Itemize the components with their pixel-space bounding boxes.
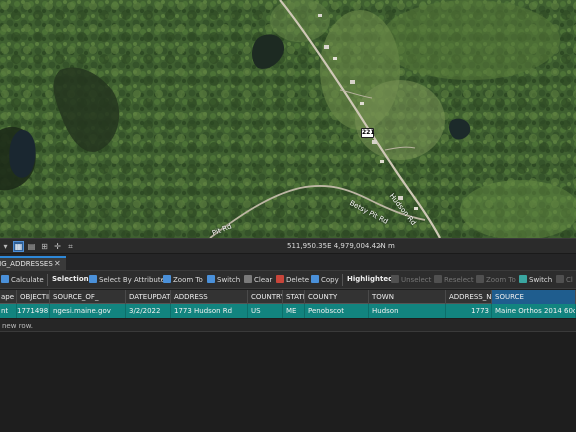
calculate-label: Calculate (11, 276, 44, 284)
reselect-icon (434, 275, 442, 283)
zoom-icon (476, 275, 484, 283)
cell-dateupdate[interactable]: 3/2/2022 (126, 304, 171, 318)
switch-label: Switch (217, 276, 241, 284)
crosshair-icon[interactable]: ✛ (53, 242, 62, 251)
grid-icon[interactable]: ⊞ (40, 242, 49, 251)
unselect-button[interactable]: Unselect (391, 275, 431, 284)
cell-type[interactable]: nt (0, 304, 17, 318)
highlighted-zoom-to-button[interactable]: Zoom To (476, 275, 516, 284)
reselect-button[interactable]: Reselect (434, 275, 474, 284)
copy-icon (311, 275, 319, 283)
cell-town[interactable]: Hudson (369, 304, 446, 318)
cell-objectid[interactable]: 1771498 (17, 304, 50, 318)
switch-icon (519, 275, 527, 283)
highlighted-label: Highlighted: (347, 275, 396, 283)
zoom-icon (163, 275, 171, 283)
column-header-source[interactable]: SOURCE (492, 290, 576, 304)
switch-icon (207, 275, 215, 283)
zoom-to-button[interactable]: Zoom To (163, 275, 203, 284)
table-tab-strip: NG_ADDRESSES ✕ (0, 254, 576, 271)
delete-button[interactable]: Delete (276, 275, 309, 284)
column-header-address-nu[interactable]: ADDRESS_NU (446, 290, 492, 304)
select-by-attributes-icon (89, 275, 97, 283)
cell-state[interactable]: ME (283, 304, 305, 318)
attribute-table-header: ape * OBJECTID SOURCE_OF_ DATEUPDATE ADD… (0, 290, 576, 304)
snapping-icon[interactable]: ⌗ (66, 242, 75, 251)
column-header-objectid[interactable]: OBJECTID (17, 290, 50, 304)
table-row[interactable]: nt 1771498 ngesi.maine.gov 3/2/2022 1773… (0, 304, 576, 318)
map-view-icon[interactable]: ▦ (13, 241, 24, 252)
select-by-attributes-label: Select By Attributes (99, 276, 169, 284)
unselect-icon (391, 275, 399, 283)
calculate-icon (1, 275, 9, 283)
cell-source-of[interactable]: ngesi.maine.gov (50, 304, 126, 318)
map-view[interactable]: 221 Hudson Rd Betsy Pit Rd Pit Rd (0, 0, 576, 238)
highlighted-clear-label: Cl (566, 276, 573, 284)
unselect-label: Unselect (401, 276, 432, 284)
tab-label: NG_ADDRESSES (0, 260, 53, 268)
clear-button[interactable]: Clear (244, 275, 272, 284)
delete-label: Delete (286, 276, 309, 284)
column-header-dateupdate[interactable]: DATEUPDATE (126, 290, 171, 304)
zoom-to-label: Zoom To (173, 276, 203, 284)
route-number: 221 (362, 129, 375, 136)
reselect-label: Reselect (444, 276, 474, 284)
table-toolbar: Calculate Selection: Select By Attribute… (0, 271, 576, 289)
column-header-source-of[interactable]: SOURCE_OF_ (50, 290, 126, 304)
clear-icon (556, 275, 564, 283)
select-by-attributes-button[interactable]: Select By Attributes (89, 275, 169, 284)
highlighted-switch-label: Switch (529, 276, 553, 284)
delete-icon (276, 275, 284, 283)
column-header-town[interactable]: TOWN (369, 290, 446, 304)
highlighted-switch-button[interactable]: Switch (519, 275, 552, 284)
cell-source[interactable]: Maine Orthos 2014 60cm (492, 304, 576, 318)
cell-address[interactable]: 1773 Hudson Rd (171, 304, 248, 318)
cell-address-nu[interactable]: 1773 (446, 304, 492, 318)
copy-button[interactable]: Copy (311, 275, 339, 284)
column-header[interactable]: ape * (0, 290, 17, 304)
switch-button[interactable]: Switch (207, 275, 240, 284)
dropdown-caret-icon[interactable]: ▾ (1, 242, 10, 251)
highlighted-clear-button[interactable]: Cl (556, 275, 573, 284)
copy-label: Copy (321, 276, 339, 284)
new-row-placeholder[interactable]: new row. (0, 319, 576, 332)
satellite-imagery (0, 0, 576, 238)
column-header-state[interactable]: STATE (283, 290, 305, 304)
clear-label: Clear (254, 276, 273, 284)
table-view-icon[interactable]: ▤ (27, 242, 36, 251)
route-shield-221: 221 (361, 128, 375, 138)
column-header-county[interactable]: COUNTY (305, 290, 369, 304)
column-header-address[interactable]: ADDRESS (171, 290, 248, 304)
column-header-country[interactable]: COUNTRY (248, 290, 283, 304)
highlighted-zoom-to-label: Zoom To (486, 276, 516, 284)
table-empty-area (0, 333, 576, 432)
cell-county[interactable]: Penobscot (305, 304, 369, 318)
divider (47, 274, 48, 286)
tab-ng-addresses[interactable]: NG_ADDRESSES ✕ (0, 256, 66, 271)
clear-icon (244, 275, 252, 283)
cell-country[interactable]: US (248, 304, 283, 318)
new-row-text: new row. (2, 322, 34, 330)
calculate-button[interactable]: Calculate (1, 275, 44, 284)
close-icon[interactable]: ✕ (54, 258, 61, 270)
selection-label: Selection: (52, 275, 92, 283)
map-status-bar: ▾ ▦ ▤ ⊞ ✛ ⌗ 511,950.35E 4,979,004.42N m … (0, 238, 576, 254)
divider (342, 274, 343, 286)
coordinate-units-dropdown-icon[interactable]: ⌄ (377, 241, 383, 249)
